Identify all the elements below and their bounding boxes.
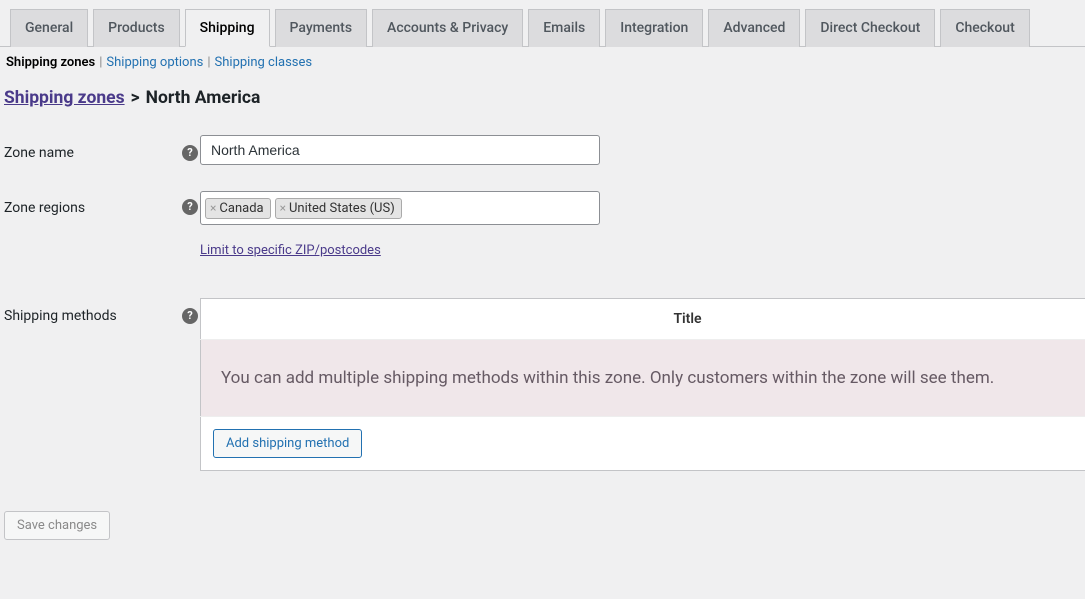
tab-emails[interactable]: Emails [528,9,600,47]
save-changes-button[interactable]: Save changes [4,511,110,540]
zone-name-input[interactable] [200,135,600,165]
breadcrumb: Shipping zones>North America [4,88,1085,108]
region-tag: × Canada [205,198,271,219]
add-shipping-method-button[interactable]: Add shipping method [213,429,362,458]
help-icon[interactable]: ? [182,308,198,324]
region-tag-label: Canada [219,201,263,216]
tab-shipping[interactable]: Shipping [185,9,270,47]
limit-postcodes-link[interactable]: Limit to specific ZIP/postcodes [200,243,381,258]
tab-direct-checkout[interactable]: Direct Checkout [805,9,935,47]
zone-regions-input[interactable]: × Canada × United States (US) [200,191,600,225]
region-tag-label: United States (US) [289,201,395,216]
subtabs: Shipping zones | Shipping options | Ship… [0,55,1085,70]
help-icon[interactable]: ? [182,199,198,215]
breadcrumb-current: North America [146,88,261,108]
nav-tab-wrapper: General Products Shipping Payments Accou… [0,0,1085,47]
tab-checkout[interactable]: Checkout [940,9,1029,47]
shipping-methods-table: Title You can add multiple shipping meth… [200,298,1085,471]
close-icon[interactable]: × [210,202,216,214]
subtab-shipping-classes[interactable]: Shipping classes [215,55,313,70]
zone-regions-label: Zone regions [0,185,200,278]
breadcrumb-root[interactable]: Shipping zones [4,88,125,108]
tab-products[interactable]: Products [93,9,180,47]
methods-header-title: Title [201,299,1085,340]
tab-advanced[interactable]: Advanced [708,9,800,47]
tab-payments[interactable]: Payments [275,9,368,47]
tab-general[interactable]: General [10,9,88,47]
help-icon[interactable]: ? [182,145,198,161]
region-tag: × United States (US) [275,198,402,219]
tab-integration[interactable]: Integration [605,9,703,47]
zone-name-label: Zone name [0,135,200,185]
shipping-methods-label: Shipping methods [0,278,200,491]
subtab-shipping-zones[interactable]: Shipping zones [6,55,95,70]
subtab-shipping-options[interactable]: Shipping options [106,55,203,70]
methods-empty-notice: You can add multiple shipping methods wi… [201,340,1085,417]
tab-accounts-privacy[interactable]: Accounts & Privacy [372,9,523,47]
close-icon[interactable]: × [280,202,286,214]
